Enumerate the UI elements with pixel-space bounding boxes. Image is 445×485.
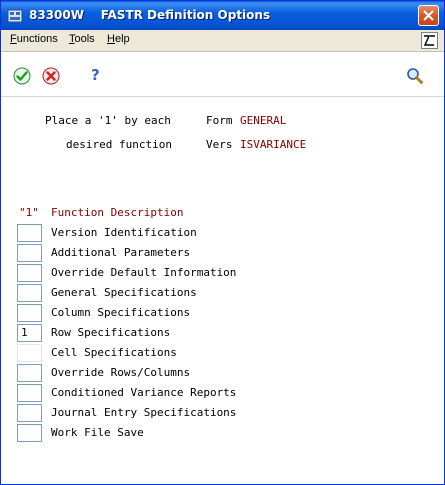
menu-help-accel: H (107, 33, 115, 45)
function-label: Conditioned Variance Reports (51, 386, 237, 399)
function-entry-override-default-information[interactable] (17, 264, 42, 282)
menu-tools[interactable]: Tools (69, 33, 95, 45)
function-entry-override-rows-columns[interactable] (17, 364, 42, 382)
form-label: Form (206, 114, 233, 127)
menu-functions-accel: F (10, 33, 17, 45)
function-entry-additional-parameters[interactable] (17, 244, 42, 262)
menu-help-label: elp (114, 33, 130, 45)
function-entry-version-identification[interactable] (17, 224, 42, 242)
vers-value: ISVARIANCE (240, 138, 307, 151)
function-label: Override Rows/Columns (51, 366, 191, 379)
function-label: Version Identification (51, 226, 197, 239)
function-label: Row Specifications (51, 326, 171, 339)
window-title-text: FASTR Definition Options (100, 8, 271, 22)
check-icon[interactable] (12, 66, 32, 86)
toolbar: ? (1, 52, 444, 97)
function-label: Journal Entry Specifications (51, 406, 237, 419)
window-title: 83300W FASTR Definition Options (29, 8, 270, 22)
function-label: Column Specifications (51, 306, 191, 319)
function-label: General Specifications (51, 286, 197, 299)
instruction-line-1: Place a '1' by each (45, 114, 171, 127)
title-bar[interactable]: 83300W FASTR Definition Options (1, 1, 444, 30)
menu-functions[interactable]: Functions (10, 33, 58, 45)
function-entry-row-specifications[interactable]: 1 (17, 324, 42, 342)
program-id: 83300W (29, 8, 84, 22)
menu-bar: Functions Tools Help (1, 30, 444, 52)
header-quote-one: "1" (19, 206, 39, 219)
menu-tools-label: ools (74, 33, 95, 45)
close-icon (423, 10, 434, 21)
function-label: Additional Parameters (51, 246, 191, 259)
app-icon (7, 9, 23, 23)
function-entry-work-file-save[interactable] (17, 424, 42, 442)
search-icon[interactable] (405, 66, 425, 86)
function-entry-cell-specifications[interactable] (17, 344, 42, 362)
fastr-definition-options-window: 83300W FASTR Definition Options Function… (0, 0, 445, 485)
header-function-description: Function Description (51, 206, 184, 219)
instruction-line-2: desired function (66, 138, 172, 151)
function-entry-journal-entry-specifications[interactable] (17, 404, 42, 422)
function-entry-conditioned-variance-reports[interactable] (17, 384, 42, 402)
menu-functions-label: unctions (16, 33, 58, 45)
question-icon[interactable]: ? (91, 66, 111, 86)
function-label: Cell Specifications (51, 346, 177, 359)
function-entry-column-specifications[interactable] (17, 304, 42, 322)
close-button[interactable] (418, 5, 439, 26)
jde-logo-icon (421, 32, 438, 49)
function-label: Work File Save (51, 426, 144, 439)
cancel-icon[interactable] (41, 66, 61, 86)
form-value: GENERAL (240, 114, 287, 127)
form-body: Place a '1' by each desired function For… (1, 97, 444, 484)
function-entry-general-specifications[interactable] (17, 284, 42, 302)
function-label: Override Default Information (51, 266, 237, 279)
menu-help[interactable]: Help (107, 33, 130, 45)
vers-label: Vers (206, 138, 233, 151)
